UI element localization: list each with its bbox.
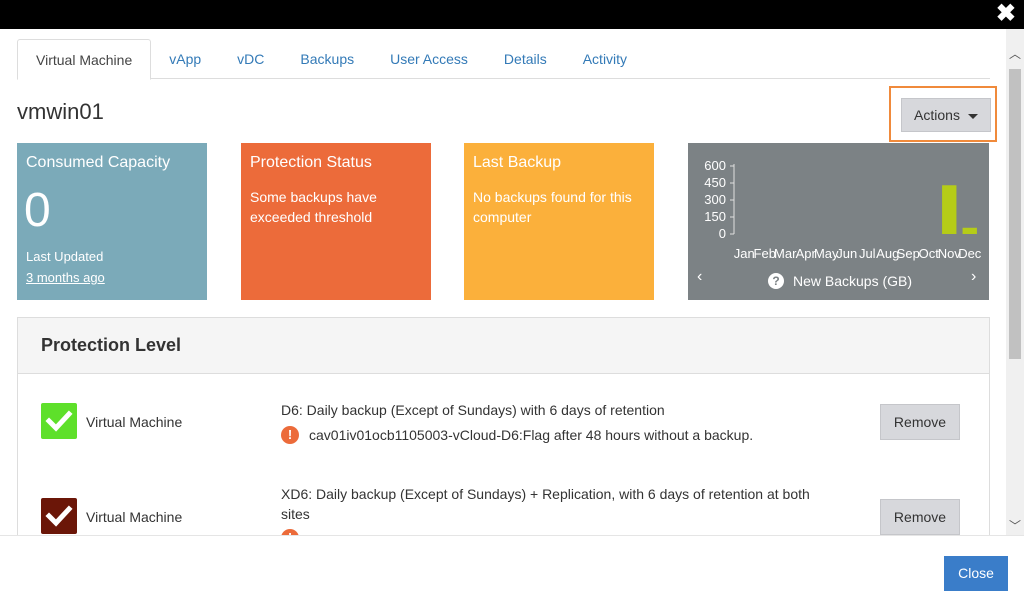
chevron-left-icon[interactable]: ‹	[697, 268, 702, 286]
chart-caption: ? New Backups (GB)	[768, 273, 912, 289]
dialog-footer: Close	[0, 535, 1024, 604]
tab-details[interactable]: Details	[486, 39, 565, 79]
policy-warning: ! cav01iv01ocb1105003-vCloud-D6:Flag aft…	[281, 426, 753, 444]
remove-button[interactable]: Remove	[880, 404, 960, 440]
new-backups-chart-tile: 0 150 300 450 600 Jan Feb Mar Apr May Jun Jul Aug Sep…	[688, 143, 989, 300]
y-tick-label: 300	[704, 192, 726, 207]
x-tick-label: Jan	[734, 246, 755, 261]
panel-heading: Protection Level	[18, 318, 989, 374]
policy-text: D6: Daily backup (Except of Sundays) wit…	[281, 402, 665, 418]
y-tick-label: 150	[704, 209, 726, 224]
consumed-capacity-tile: Consumed Capacity 0 Last Updated 3 month…	[17, 143, 207, 300]
vertical-scrollbar[interactable]: ︿ ﹀	[1006, 29, 1024, 535]
protection-status-text: Some backups have exceeded threshold	[250, 189, 377, 225]
x-tick-label: Sep	[897, 246, 920, 261]
check-icon	[41, 403, 77, 439]
checkbox-checked-icon[interactable]	[41, 498, 77, 534]
tile-title: Last Backup	[473, 154, 562, 171]
tab-activity[interactable]: Activity	[565, 39, 645, 79]
x-tick-label: Jul	[859, 246, 876, 261]
page-title: vmwin01	[17, 99, 104, 124]
y-tick-label: 0	[719, 226, 726, 241]
tab-vdc[interactable]: vDC	[219, 39, 282, 79]
x-tick-label: Oct	[919, 246, 940, 261]
actions-highlight: Actions	[889, 86, 997, 142]
x-tick-label: Jun	[836, 246, 857, 261]
question-circle-icon[interactable]: ?	[768, 273, 784, 289]
close-icon[interactable]: ✖	[996, 2, 1016, 26]
tab-virtual-machine[interactable]: Virtual Machine	[17, 39, 152, 80]
last-updated-label: Last Updated	[26, 249, 104, 264]
last-backup-tile: Last Backup No backups found for this co…	[464, 143, 654, 300]
bar-nov[interactable]	[942, 185, 957, 234]
check-icon	[41, 498, 77, 534]
actions-label: Actions	[914, 107, 960, 123]
chart-caption-text: New Backups (GB)	[793, 273, 913, 289]
scroll-up-icon[interactable]: ︿	[1006, 45, 1024, 63]
x-tick-label: Feb	[754, 246, 776, 261]
dialog-title-bar: ✖	[0, 0, 1024, 29]
warning-icon: !	[281, 426, 299, 444]
scrollbar-thumb[interactable]	[1009, 69, 1021, 359]
y-tick-label: 600	[704, 158, 726, 173]
policy-text: XD6: Daily backup (Except of Sundays) + …	[281, 486, 810, 522]
x-tick-label: Dec	[958, 246, 982, 261]
scroll-down-icon[interactable]: ﹀	[1006, 517, 1024, 535]
tab-bar: Virtual Machine vApp vDC Backups User Ac…	[17, 39, 990, 80]
tile-title: Protection Status	[250, 154, 372, 171]
y-tick-label: 450	[704, 175, 726, 190]
checkbox-checked-icon[interactable]	[41, 403, 77, 439]
vm-dialog: Virtual Machine vApp vDC Backups User Ac…	[0, 29, 1024, 604]
dialog-content: Virtual Machine vApp vDC Backups User Ac…	[0, 29, 1006, 535]
new-backups-chart: 0150300450600JanFebMar AprMayJun Jul AugSep…	[704, 158, 982, 261]
tab-user-access[interactable]: User Access	[372, 39, 486, 79]
tab-vapp[interactable]: vApp	[151, 39, 219, 79]
bar-dec[interactable]	[962, 227, 977, 234]
actions-button[interactable]: Actions	[901, 98, 991, 132]
tab-backups[interactable]: Backups	[282, 39, 372, 79]
warning-text: cav01iv01ocb1105003-vCloud-D6:Flag after…	[309, 427, 754, 443]
row-label: Virtual Machine	[86, 509, 183, 525]
x-tick-label: Mar	[774, 246, 797, 261]
last-backup-text: No backups found for this computer	[473, 189, 632, 225]
protection-level-panel: Protection Level Virtual Machine D6: Dai…	[17, 317, 990, 535]
x-tick-label: May	[814, 246, 839, 261]
protection-status-tile: Protection Status Some backups have exce…	[241, 143, 431, 300]
last-updated-link[interactable]: 3 months ago	[26, 270, 105, 285]
caret-down-icon	[967, 113, 978, 119]
chevron-right-icon[interactable]: ›	[971, 268, 976, 286]
close-button[interactable]: Close	[944, 556, 1008, 591]
capacity-value: 0	[24, 184, 51, 237]
row-label: Virtual Machine	[86, 414, 183, 430]
tile-title: Consumed Capacity	[26, 154, 171, 171]
remove-button[interactable]: Remove	[880, 499, 960, 535]
